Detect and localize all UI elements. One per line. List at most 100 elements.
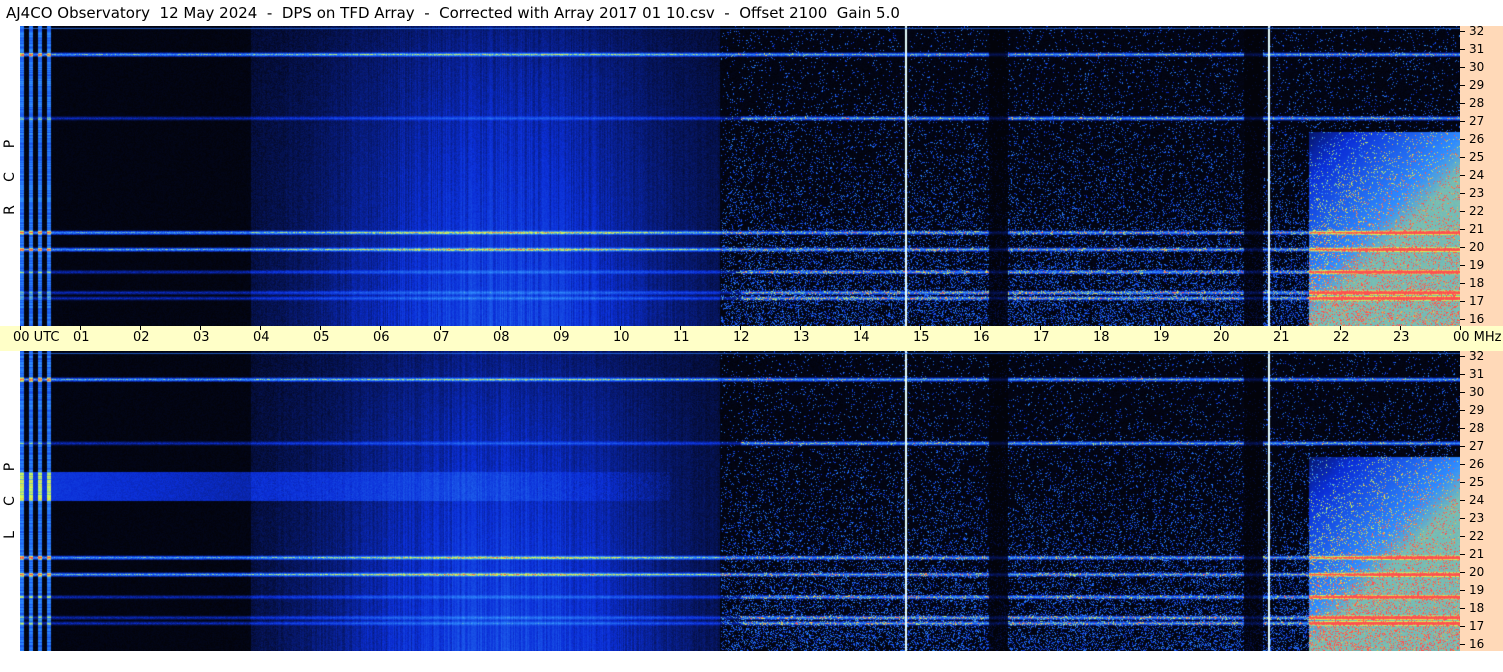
freq-tick-label: 21 xyxy=(1469,222,1485,236)
lcp-polarization-label: P C L xyxy=(0,351,20,651)
freq-tick-mark xyxy=(1460,229,1465,230)
freq-tick-label: 29 xyxy=(1469,78,1485,92)
freq-tick-mark xyxy=(1460,31,1465,32)
freq-tick-mark xyxy=(1460,374,1465,375)
freq-tick-mark xyxy=(1460,157,1465,158)
freq-tick-label: 18 xyxy=(1469,276,1485,290)
time-tick-label: 05 xyxy=(313,330,330,345)
freq-tick-label: 20 xyxy=(1469,565,1485,579)
freq-tick-mark xyxy=(1460,626,1465,627)
utc-time-axis: 00 UTC 01 02 03 04 05 06 07 08 09 10 11 12 13 14 15 16 17… xyxy=(0,326,1503,351)
time-tick-label: 09 xyxy=(553,330,570,345)
freq-tick-label: 30 xyxy=(1469,60,1485,74)
freq-tick-mark xyxy=(1460,49,1465,50)
freq-tick-label: 32 xyxy=(1469,349,1485,363)
freq-tick-mark xyxy=(1460,644,1465,645)
rcp-frequency-axis: 32 31 30 29 28 27 26 25 24 23 22 21 20 19 18 17 16 xyxy=(1460,24,1503,326)
freq-tick-label: 25 xyxy=(1469,475,1485,489)
freq-tick-label: 19 xyxy=(1469,258,1485,272)
freq-tick-mark xyxy=(1460,464,1465,465)
time-tick-label: 12 xyxy=(733,330,750,345)
time-tick-label: 04 xyxy=(253,330,270,345)
time-tick-label: 19 xyxy=(1153,330,1170,345)
freq-tick-label: 24 xyxy=(1469,168,1485,182)
lcp-spectrogram xyxy=(20,351,1460,651)
time-tick-label: 11 xyxy=(673,330,690,345)
freq-tick-mark xyxy=(1460,283,1465,284)
time-tick-label: 18 xyxy=(1093,330,1110,345)
freq-tick-label: 25 xyxy=(1469,150,1485,164)
freq-tick-label: 28 xyxy=(1469,96,1485,110)
freq-tick-label: 24 xyxy=(1469,493,1485,507)
freq-tick-mark xyxy=(1460,500,1465,501)
time-tick-label: 21 xyxy=(1273,330,1290,345)
freq-tick-mark xyxy=(1460,103,1465,104)
chart-title: AJ4CO Observatory 12 May 2024 - DPS on T… xyxy=(6,4,900,22)
freq-tick-mark xyxy=(1460,85,1465,86)
time-tick-label: 17 xyxy=(1033,330,1050,345)
freq-tick-label: 20 xyxy=(1469,240,1485,254)
freq-tick-mark xyxy=(1460,518,1465,519)
freq-tick-label: 26 xyxy=(1469,132,1485,146)
freq-tick-label: 21 xyxy=(1469,547,1485,561)
freq-tick-label: 27 xyxy=(1469,439,1485,453)
freq-tick-label: 17 xyxy=(1469,619,1485,633)
freq-tick-mark xyxy=(1460,536,1465,537)
freq-tick-label: 23 xyxy=(1469,186,1485,200)
freq-tick-label: 16 xyxy=(1469,312,1485,326)
freq-tick-mark xyxy=(1460,121,1465,122)
freq-tick-mark xyxy=(1460,482,1465,483)
freq-tick-mark xyxy=(1460,319,1465,320)
freq-tick-label: 28 xyxy=(1469,421,1485,435)
lcp-letter-c: C xyxy=(2,496,18,506)
time-tick-label: 03 xyxy=(193,330,210,345)
time-tick-label: 15 xyxy=(913,330,930,345)
freq-tick-label: 30 xyxy=(1469,385,1485,399)
freq-tick-mark xyxy=(1460,67,1465,68)
freq-tick-label: 26 xyxy=(1469,457,1485,471)
freq-tick-label: 16 xyxy=(1469,637,1485,651)
freq-tick-mark xyxy=(1460,590,1465,591)
time-tick-label: 13 xyxy=(793,330,810,345)
time-tick-label: 10 xyxy=(613,330,630,345)
lcp-frequency-axis: 32 31 30 29 28 27 26 25 24 23 22 21 20 19 18 17 16 xyxy=(1460,349,1503,651)
time-tick-label: 02 xyxy=(133,330,150,345)
freq-tick-label: 32 xyxy=(1469,24,1485,38)
freq-tick-mark xyxy=(1460,554,1465,555)
time-tick-label: 14 xyxy=(853,330,870,345)
freq-tick-mark xyxy=(1460,211,1465,212)
freq-tick-mark xyxy=(1460,175,1465,176)
time-tick-label: 07 xyxy=(433,330,450,345)
lcp-letter-l: L xyxy=(2,531,18,539)
rcp-letter-c: C xyxy=(2,172,18,182)
time-tick-label: 01 xyxy=(73,330,90,345)
freq-tick-mark xyxy=(1460,139,1465,140)
freq-tick-label: 27 xyxy=(1469,114,1485,128)
freq-tick-label: 17 xyxy=(1469,294,1485,308)
rcp-polarization-label: P C R xyxy=(0,26,20,326)
time-tick-label: 23 xyxy=(1393,330,1410,345)
rcp-letter-r: R xyxy=(2,205,18,215)
freq-tick-mark xyxy=(1460,428,1465,429)
freq-tick-mark xyxy=(1460,247,1465,248)
freq-tick-label: 31 xyxy=(1469,42,1485,56)
freq-tick-label: 18 xyxy=(1469,601,1485,615)
lcp-spectrogram-canvas xyxy=(20,351,1460,651)
time-tick-label: 00 MHz xyxy=(1453,330,1502,345)
time-tick-label: 06 xyxy=(373,330,390,345)
freq-tick-label: 22 xyxy=(1469,204,1485,218)
freq-tick-label: 29 xyxy=(1469,403,1485,417)
rcp-spectrogram xyxy=(20,26,1460,326)
freq-tick-mark xyxy=(1460,608,1465,609)
freq-tick-label: 23 xyxy=(1469,511,1485,525)
lcp-letter-p: P xyxy=(2,462,18,472)
rcp-spectrogram-canvas xyxy=(20,26,1460,326)
time-tick-label: 00 UTC xyxy=(13,330,60,345)
freq-tick-mark xyxy=(1460,410,1465,411)
time-tick-label: 22 xyxy=(1333,330,1350,345)
time-tick-label: 20 xyxy=(1213,330,1230,345)
rcp-letter-p: P xyxy=(2,139,18,149)
freq-tick-mark xyxy=(1460,265,1465,266)
freq-tick-label: 19 xyxy=(1469,583,1485,597)
freq-tick-mark xyxy=(1460,572,1465,573)
